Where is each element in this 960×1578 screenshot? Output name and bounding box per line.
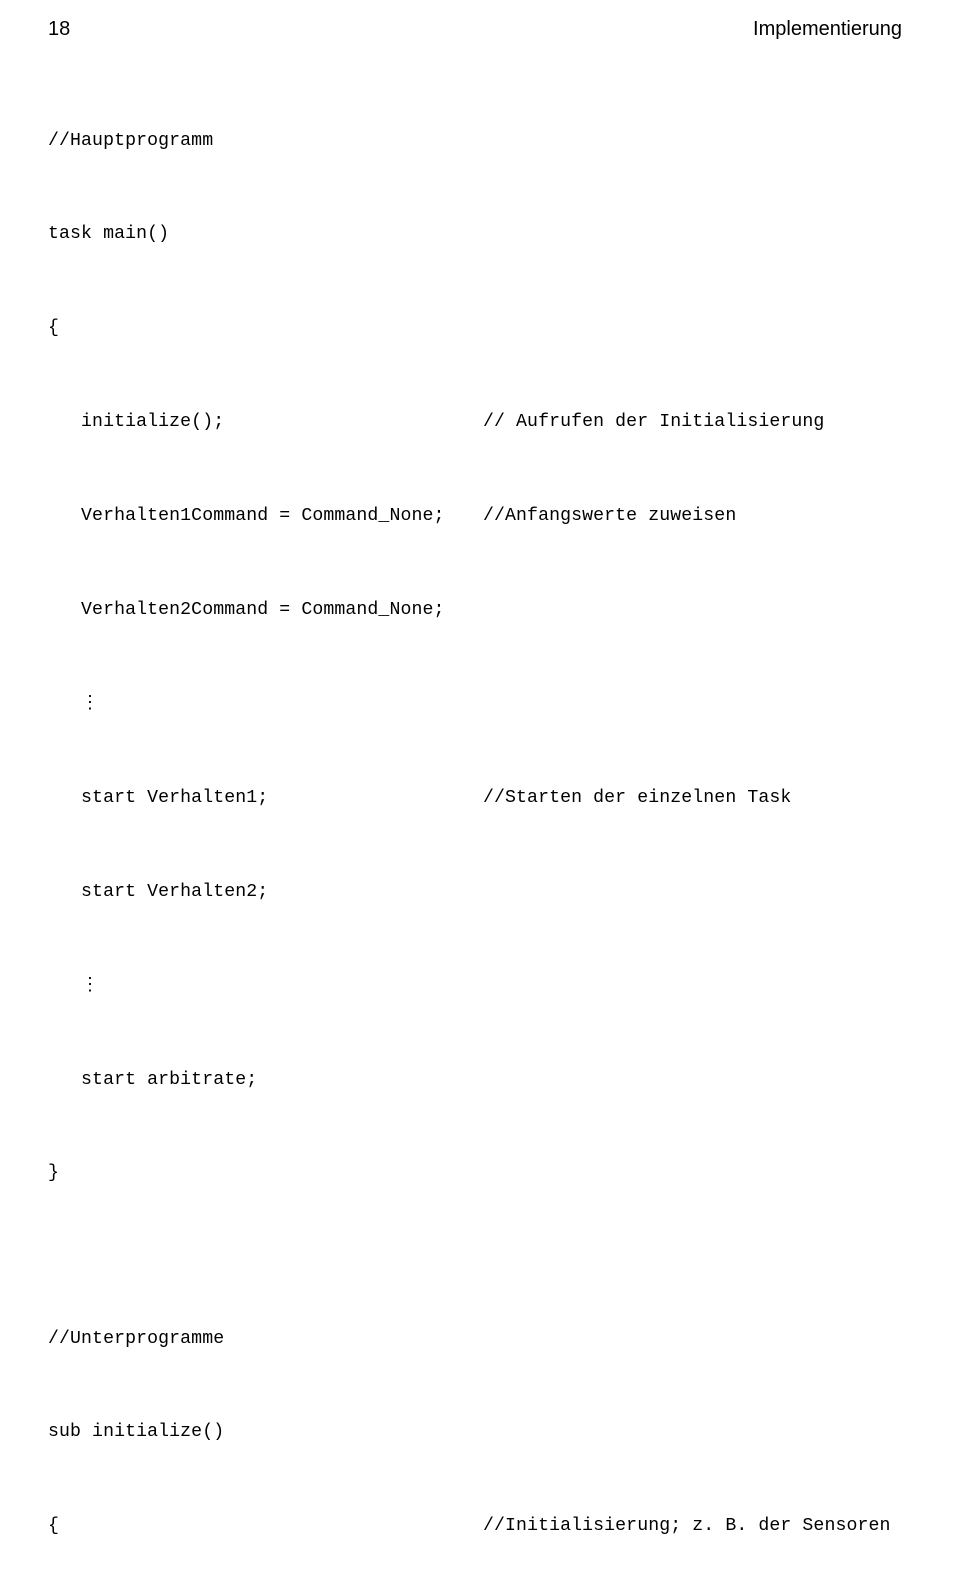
code-text: Verhalten1Command = Command_None;: [48, 501, 483, 532]
section-title: Implementierung: [753, 18, 902, 41]
code-line: initialize();// Aufrufen der Initialisie…: [48, 407, 902, 438]
code-line: }: [48, 1158, 902, 1189]
code-line: task main(): [48, 219, 902, 250]
code-line: {: [48, 313, 902, 344]
code-text: start Verhalten1;: [48, 783, 483, 814]
section-gap: [48, 1221, 902, 1261]
code-comment: // Aufrufen der Initialisierung: [483, 412, 824, 432]
code-comment: //Anfangswerte zuweisen: [483, 506, 736, 526]
code-line: Verhalten1Command = Command_None;//Anfan…: [48, 501, 902, 532]
code-listing: //Unterprogramme sub initialize() {//Ini…: [48, 1261, 902, 1578]
code-line: sub initialize(): [48, 1417, 902, 1448]
code-listing: //Hauptprogramm task main() { initialize…: [48, 63, 902, 1221]
code-line: ⋮: [48, 971, 902, 1002]
code-line: Verhalten2Command = Command_None;: [48, 595, 902, 626]
code-comment: //Starten der einzelnen Task: [483, 788, 791, 808]
code-line: {//Initialisierung; z. B. der Sensoren: [48, 1511, 902, 1542]
code-text: initialize();: [48, 407, 483, 438]
code-line: start Verhalten1;//Starten der einzelnen…: [48, 783, 902, 814]
code-line: start arbitrate;: [48, 1065, 902, 1096]
page-number: 18: [48, 18, 70, 41]
code-text: {: [48, 1511, 483, 1542]
code-line: //Hauptprogramm: [48, 126, 902, 157]
code-comment: //Initialisierung; z. B. der Sensoren: [483, 1516, 891, 1536]
code-line: start Verhalten2;: [48, 877, 902, 908]
code-line: //Unterprogramme: [48, 1324, 902, 1355]
code-line: ⋮: [48, 689, 902, 720]
page-header: 18 Implementierung: [48, 18, 902, 41]
